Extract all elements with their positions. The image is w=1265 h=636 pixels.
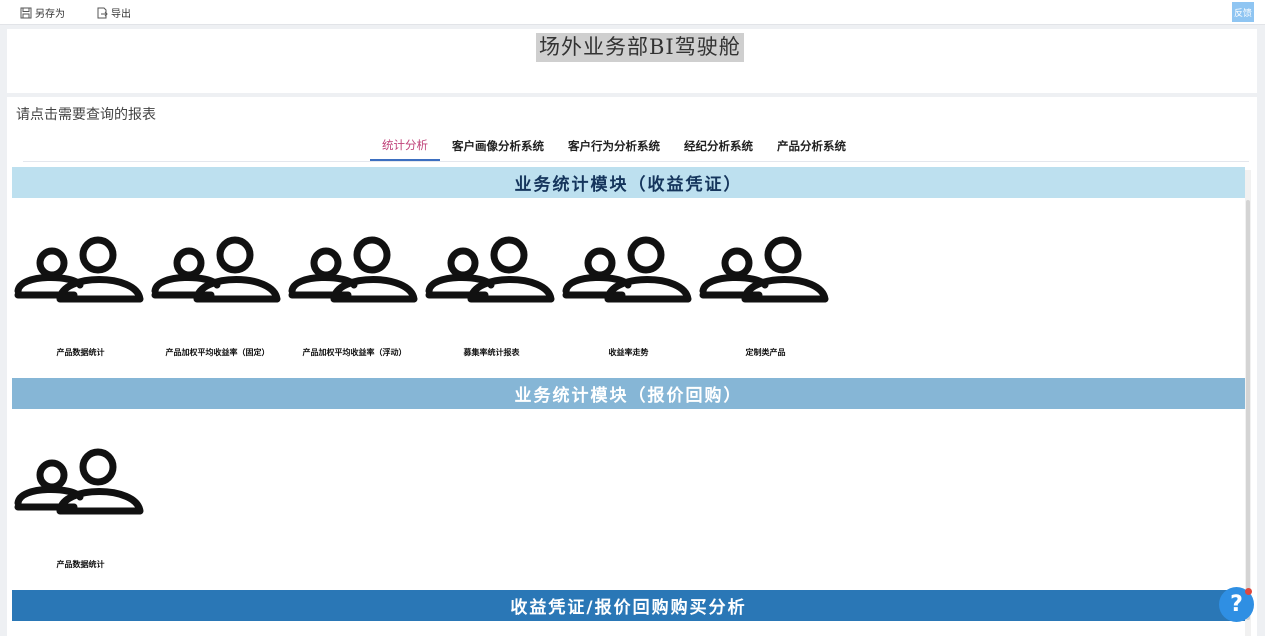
report-item-label: 收益率走势 xyxy=(608,347,649,357)
report-item-label: 产品数据统计 xyxy=(56,559,105,569)
report-item-label: 募集率统计报表 xyxy=(463,347,520,357)
users-icon xyxy=(151,236,281,303)
section-banner-purchase-analysis: 收益凭证/报价回购购买分析 xyxy=(12,590,1245,621)
users-icon xyxy=(14,448,144,515)
users-icon xyxy=(425,236,555,303)
tab-product[interactable]: 产品分析系统 xyxy=(765,131,858,161)
report-item-label: 产品数据统计 xyxy=(56,347,105,357)
save-as-label: 另存为 xyxy=(35,9,65,20)
export-label: 导出 xyxy=(111,9,131,20)
main-panel: 请点击需要查询的报表 统计分析 客户画像分析系统 客户行为分析系统 经纪分析系统… xyxy=(7,97,1257,636)
instruction-text: 请点击需要查询的报表 xyxy=(16,107,156,123)
report-item-yield-trend[interactable]: 收益率走势 xyxy=(560,229,697,369)
tab-divider xyxy=(23,161,1249,162)
notification-dot xyxy=(1245,588,1252,595)
users-icon xyxy=(14,236,144,303)
export-icon xyxy=(97,7,108,18)
report-item-product-data[interactable]: 产品数据统计 xyxy=(12,229,149,369)
report-item-weighted-yield-floating[interactable]: 产品加权平均收益率（浮动） xyxy=(286,229,423,369)
report-item-custom-products[interactable]: 定制类产品 xyxy=(697,229,834,369)
top-toolbar: 另存为 导出 反馈 xyxy=(0,0,1265,25)
report-item-label: 产品加权平均收益率（浮动） xyxy=(302,347,407,357)
tab-customer-behavior[interactable]: 客户行为分析系统 xyxy=(556,131,672,161)
report-item-label: 定制类产品 xyxy=(745,347,786,357)
tab-brokerage[interactable]: 经纪分析系统 xyxy=(672,131,765,161)
report-item-repo-product-data[interactable]: 产品数据统计 xyxy=(12,441,149,581)
feedback-button[interactable]: 反馈 xyxy=(1232,2,1254,22)
report-item-subscription-rate[interactable]: 募集率统计报表 xyxy=(423,229,560,369)
tab-bar: 统计分析 客户画像分析系统 客户行为分析系统 经纪分析系统 产品分析系统 xyxy=(370,131,858,161)
tab-statistics[interactable]: 统计分析 xyxy=(370,131,440,161)
report-item-weighted-yield-fixed[interactable]: 产品加权平均收益率（固定） xyxy=(149,229,286,369)
page-title: 场外业务部BI驾驶舱 xyxy=(536,33,744,62)
users-icon xyxy=(699,236,829,303)
title-card: 场外业务部BI驾驶舱 xyxy=(7,29,1257,93)
section-banner-income-certificate: 业务统计模块（收益凭证） xyxy=(12,167,1245,198)
export-button[interactable]: 导出 xyxy=(96,4,131,21)
users-icon xyxy=(562,236,692,303)
tab-customer-profile[interactable]: 客户画像分析系统 xyxy=(440,131,556,161)
section-banner-quoted-repo: 业务统计模块（报价回购） xyxy=(12,378,1245,409)
scrollbar-thumb[interactable] xyxy=(1246,200,1250,620)
save-as-button[interactable]: 另存为 xyxy=(20,4,65,21)
report-item-label: 产品加权平均收益率（固定） xyxy=(165,347,270,357)
users-icon xyxy=(288,236,418,303)
save-icon xyxy=(20,7,32,18)
